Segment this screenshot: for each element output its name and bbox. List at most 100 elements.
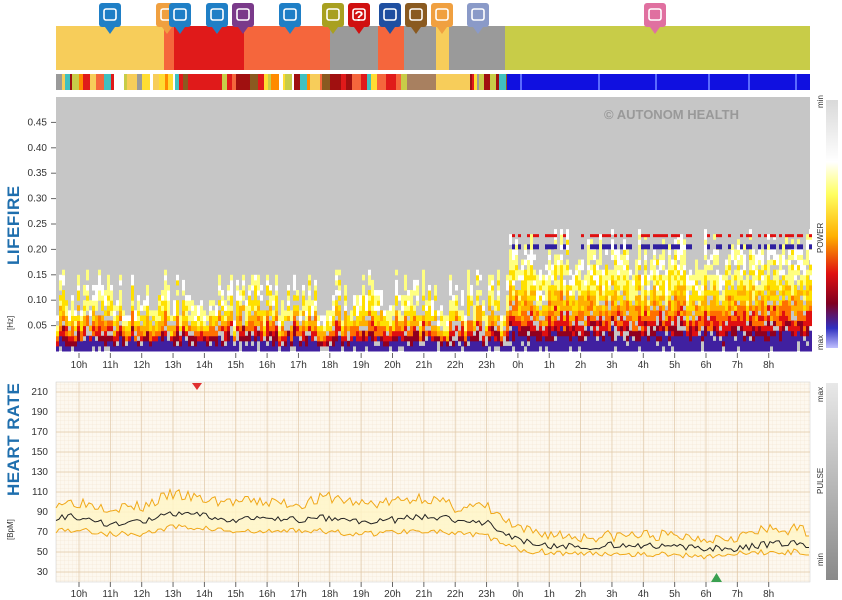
heat-cell (344, 284, 347, 291)
heat-cell (302, 300, 305, 306)
heat-cell (689, 244, 692, 250)
heat-cell (605, 320, 608, 327)
heat-cell (767, 264, 770, 271)
heat-cell (410, 340, 413, 347)
heat-cell (452, 310, 455, 316)
heat-cell (269, 305, 272, 311)
heat-cell (593, 320, 596, 327)
heat-cell (614, 310, 617, 316)
heat-cell (764, 279, 767, 286)
heat-cell (353, 310, 356, 316)
heat-cell (242, 340, 245, 347)
heat-cell (563, 234, 566, 238)
heat-cell (275, 315, 278, 322)
heat-cell (191, 320, 194, 327)
heat-cell (530, 259, 533, 266)
heat-cell (395, 320, 398, 327)
heat-cell (188, 345, 191, 352)
heat-cell (509, 315, 512, 322)
heat-cell (245, 310, 248, 316)
activity-stripe (79, 74, 83, 90)
activity-stripe (371, 74, 373, 90)
heat-cell (716, 249, 719, 255)
heat-cell (368, 325, 371, 332)
heat-cell (728, 315, 731, 322)
heat-cell (548, 320, 551, 327)
x-tick-label: 20h (384, 589, 401, 600)
heat-cell (695, 335, 698, 342)
heat-cell (386, 340, 389, 347)
heat-cell (605, 244, 608, 250)
heat-cell (494, 315, 497, 322)
heat-cell (509, 234, 512, 240)
heat-cell (254, 340, 257, 347)
heat-cell (107, 274, 110, 281)
heat-cell (635, 330, 638, 337)
heat-cell (560, 290, 563, 296)
heat-cell (761, 345, 764, 352)
heat-cell (656, 244, 659, 250)
heat-cell (539, 325, 542, 332)
heat-cell (689, 340, 692, 347)
heat-cell (776, 254, 779, 261)
heat-cell (497, 269, 500, 276)
heat-cell (59, 315, 62, 322)
heat-cell (737, 264, 740, 271)
heat-cell (374, 290, 377, 296)
heat-cell (644, 340, 647, 347)
heat-cell (797, 330, 800, 337)
heat-cell (749, 244, 752, 250)
heat-cell (698, 284, 701, 291)
heat-cell (371, 295, 374, 301)
heat-cell (215, 305, 218, 311)
heat-cell (332, 295, 335, 301)
heat-cell (719, 320, 722, 327)
heat-cell (95, 345, 98, 352)
heat-cell (470, 300, 473, 306)
heat-cell (365, 330, 368, 337)
heat-cell (251, 335, 254, 342)
heat-cell (77, 279, 80, 286)
heat-cell (77, 335, 80, 342)
heat-cell (527, 345, 530, 352)
activity-stripe (423, 74, 431, 90)
heat-cell (710, 340, 713, 347)
heat-cell (512, 325, 515, 332)
heat-cell (632, 284, 635, 291)
heat-cell (125, 335, 128, 342)
heat-cell (143, 325, 146, 332)
heat-cell (713, 249, 716, 255)
heat-cell (269, 284, 272, 291)
heat-cell (407, 330, 410, 337)
heat-cell (581, 259, 584, 266)
heat-cell (752, 295, 755, 301)
heat-cell (248, 290, 251, 296)
heat-cell (716, 234, 719, 238)
heat-cell (119, 290, 122, 296)
heat-cell (380, 315, 383, 322)
heat-cell (374, 295, 377, 301)
heat-cell (656, 295, 659, 301)
heat-cell (758, 274, 761, 281)
heat-cell (671, 290, 674, 296)
heat-cell (95, 284, 98, 291)
heat-cell (203, 330, 206, 337)
heat-cell (656, 335, 659, 342)
x-tick-label: 2h (575, 589, 586, 600)
heat-cell (665, 269, 668, 276)
heat-cell (806, 269, 809, 276)
heat-cell (182, 300, 185, 306)
heat-cell (308, 340, 311, 347)
heat-cell (539, 300, 542, 306)
activity-stripe (283, 74, 285, 90)
heat-cell (611, 249, 614, 255)
heat-cell (431, 335, 434, 342)
heat-cell (671, 335, 674, 342)
heat-cell (677, 340, 680, 347)
heat-cell (260, 345, 263, 352)
heat-cell (257, 315, 260, 322)
heat-cell (524, 320, 527, 327)
activity-stripe (708, 74, 710, 90)
heat-cell (659, 345, 662, 352)
heat-cell (371, 335, 374, 342)
